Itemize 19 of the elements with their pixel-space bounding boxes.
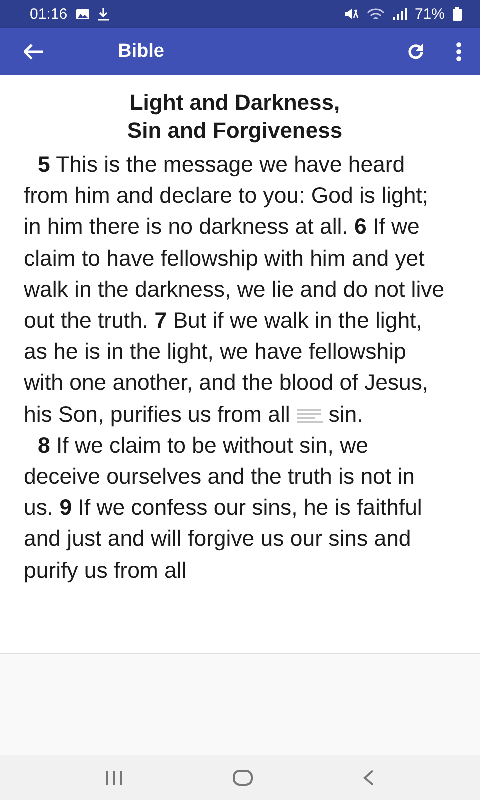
- signal-icon: [392, 8, 407, 20]
- mute-icon: [344, 8, 359, 20]
- app-title: Bible: [118, 40, 166, 62]
- recent-apps-icon: [105, 770, 123, 786]
- passage-heading: Light and Darkness,: [130, 89, 340, 117]
- status-time: 01:16: [30, 6, 68, 22]
- passage-heading: Sin and Forgiveness: [127, 117, 343, 145]
- back-arrow-icon: [24, 44, 44, 60]
- verse-text: 5 This is the message we have heard from him and declare to you: God is light; in him there is no darkness at all. 6 If we claim to have fellowship with him and yet walk in the darkness, we lie and do not live out the truth. 7 But if we walk in the light, as he is in the light, we have fellowship with one another, and the blood of Jesus, his Son, purifies us from all sin.: [24, 151, 446, 429]
- refresh-icon: [406, 42, 426, 62]
- home-icon: [233, 770, 253, 786]
- battery-icon: [453, 7, 462, 21]
- chevron-left-icon: [363, 770, 375, 786]
- battery-percent: 71%: [414, 6, 445, 22]
- more-icon: [456, 42, 462, 62]
- wifi-icon: [366, 8, 385, 20]
- verse-text: 8 If we claim to be without sin, we deceive ourselves and the truth is not in us. 9 If we confess our sins, he is faithful and just and will forgive us our sins and purify us from all: [24, 432, 424, 585]
- download-icon: [98, 8, 109, 20]
- image-icon: [76, 8, 90, 20]
